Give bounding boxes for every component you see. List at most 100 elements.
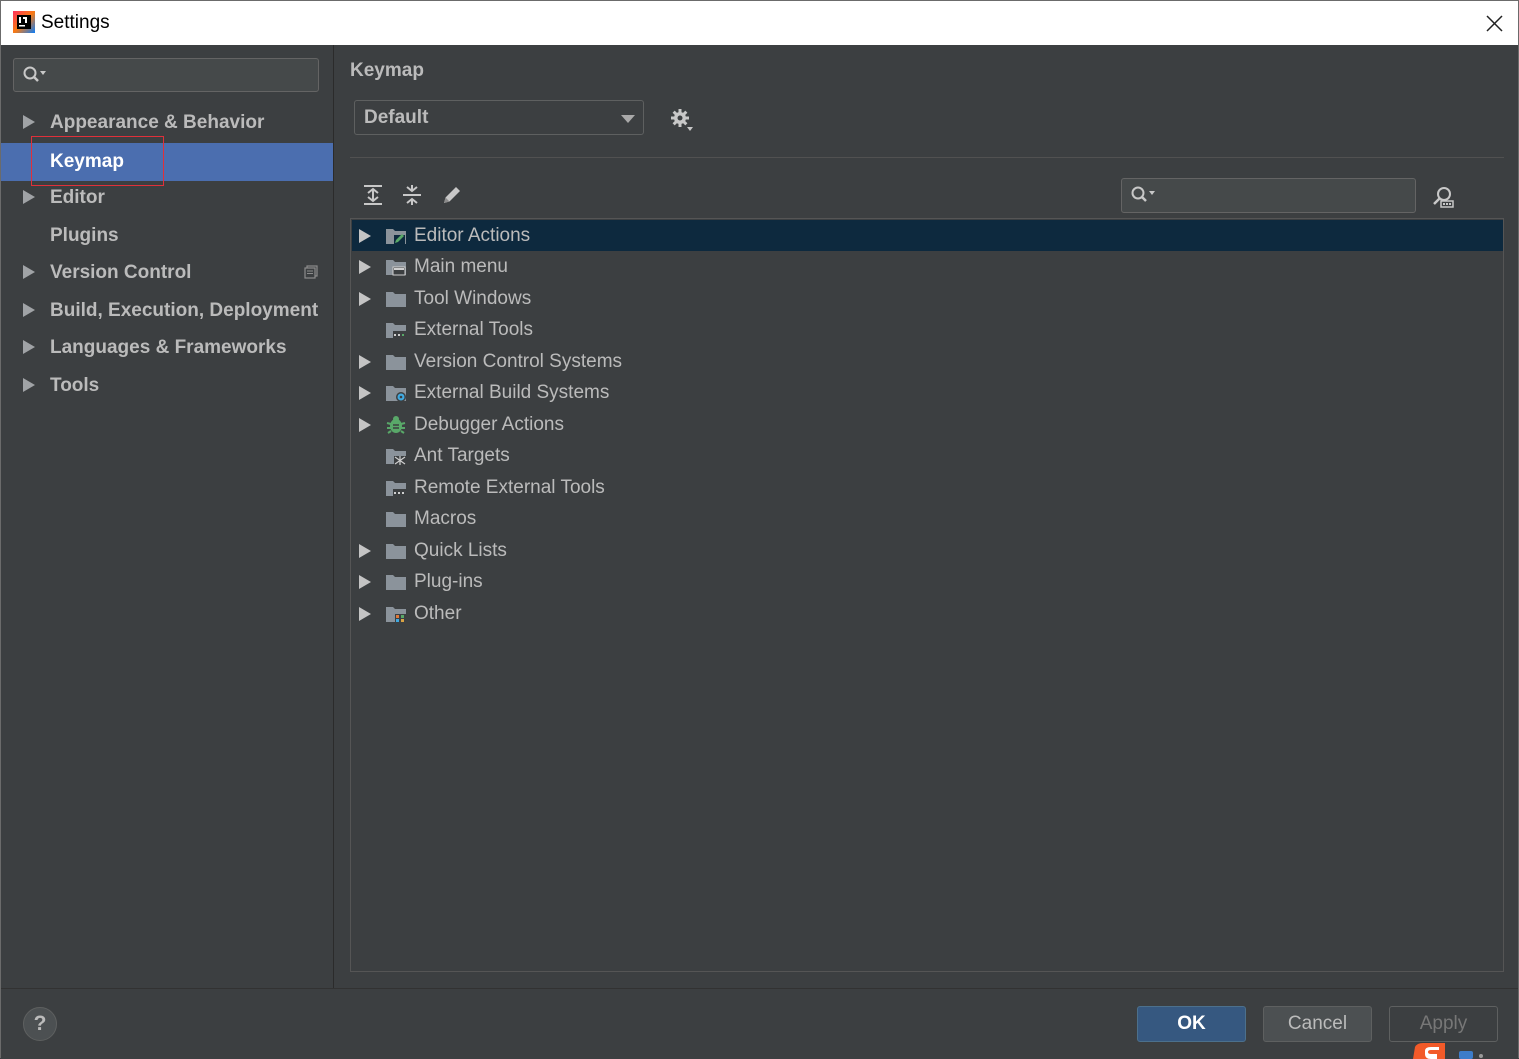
tree-item-main-menu[interactable]: Main menu <box>352 251 1503 282</box>
settings-window: Settings Appearance & Behavior Keymap Ed… <box>0 0 1519 1059</box>
tree-item-label: External Build Systems <box>414 382 610 403</box>
tree-item-label: Macros <box>414 508 477 529</box>
find-by-shortcut-icon[interactable] <box>1430 184 1456 210</box>
expand-arrow-icon <box>359 418 371 432</box>
window-title: Settings <box>41 12 110 33</box>
tree-item-label: Quick Lists <box>414 540 507 561</box>
close-icon[interactable] <box>1477 7 1511 39</box>
expand-arrow-icon <box>359 607 371 621</box>
folder-icon <box>386 512 406 527</box>
tree-item-other[interactable]: Other <box>352 598 1503 629</box>
expand-arrow-icon <box>359 229 371 243</box>
tree-item-label: Ant Targets <box>414 445 510 466</box>
sidebar-search-field[interactable] <box>13 58 319 92</box>
ant-targets-folder-icon <box>386 449 406 465</box>
tree-item-label: Main menu <box>414 256 508 277</box>
tree-item-plug-ins[interactable]: Plug-ins <box>352 566 1503 597</box>
tree-item-label: Editor Actions <box>414 225 531 246</box>
watermark-logo-icon <box>1413 1043 1445 1059</box>
tree-item-external-tools[interactable]: External Tools <box>352 314 1503 345</box>
panel-separator <box>350 157 1504 158</box>
edit-icon[interactable] <box>439 182 465 208</box>
search-icon <box>23 66 46 82</box>
expand-arrow-icon <box>359 260 371 274</box>
search-icon <box>1131 186 1155 202</box>
external-tools-folder-icon <box>386 323 406 338</box>
tree-item-label: External Tools <box>414 319 533 340</box>
tree-item-remote-external-tools[interactable]: Remote External Tools <box>352 472 1503 503</box>
external-tools-folder-icon <box>386 481 406 496</box>
tray-icon <box>1459 1051 1483 1059</box>
expand-arrow-icon <box>23 303 35 317</box>
project-settings-icon <box>304 265 318 279</box>
tree-item-version-control-systems[interactable]: Version Control Systems <box>352 346 1503 377</box>
sidebar-item-label: Keymap <box>50 151 124 172</box>
expand-arrow-icon <box>23 265 35 279</box>
tree-item-ant-targets[interactable]: Ant Targets <box>352 440 1503 471</box>
expand-arrow-icon <box>23 190 35 204</box>
sidebar-item-label: Editor <box>50 187 105 208</box>
menu-folder-icon <box>386 260 406 276</box>
expand-arrow-icon <box>23 378 35 392</box>
tree-item-label: Tool Windows <box>414 288 532 309</box>
sidebar-item-build-execution-deployment[interactable]: Build, Execution, Deployment <box>1 292 333 330</box>
keymap-scheme-value: Default <box>364 107 429 128</box>
debugger-bug-icon <box>386 416 406 434</box>
keymap-actions-tree: Editor Actions Main menu Tool Windows Ex… <box>350 218 1504 972</box>
sidebar-item-label: Plugins <box>50 225 119 246</box>
tree-item-tool-windows[interactable]: Tool Windows <box>352 283 1503 314</box>
ok-button[interactable]: OK <box>1137 1006 1246 1042</box>
keymap-scheme-select[interactable]: Default <box>354 100 644 135</box>
expand-arrow-icon <box>359 575 371 589</box>
tree-item-quick-lists[interactable]: Quick Lists <box>352 535 1503 566</box>
sidebar-item-languages-frameworks[interactable]: Languages & Frameworks <box>1 329 333 367</box>
tree-item-label: Version Control Systems <box>414 351 623 372</box>
collapse-all-icon[interactable] <box>399 182 425 208</box>
folder-icon <box>386 575 406 590</box>
sidebar-search-input[interactable] <box>48 63 314 89</box>
keymap-search-field[interactable] <box>1121 178 1416 213</box>
help-button[interactable]: ? <box>23 1007 57 1041</box>
settings-sidebar: Appearance & Behavior Keymap Editor Plug… <box>1 45 334 988</box>
chevron-down-icon <box>621 115 635 123</box>
tree-item-macros[interactable]: Macros <box>352 503 1503 534</box>
tree-item-label: Remote External Tools <box>414 477 605 498</box>
expand-arrow-icon <box>359 544 371 558</box>
sidebar-item-editor[interactable]: Editor <box>1 179 333 217</box>
expand-arrow-icon <box>23 115 35 129</box>
sidebar-item-keymap[interactable]: Keymap <box>1 143 333 181</box>
keymap-search-input[interactable] <box>1160 184 1412 210</box>
tree-item-debugger-actions[interactable]: Debugger Actions <box>352 409 1503 440</box>
sidebar-item-label: Languages & Frameworks <box>50 337 287 358</box>
sidebar-item-tools[interactable]: Tools <box>1 367 333 405</box>
expand-arrow-icon <box>23 340 35 354</box>
intellij-idea-icon <box>13 11 35 33</box>
sidebar-item-version-control[interactable]: Version Control <box>1 254 333 292</box>
tree-item-editor-actions[interactable]: Editor Actions <box>352 220 1503 251</box>
gear-icon[interactable] <box>667 106 695 134</box>
expand-arrow-icon <box>359 292 371 306</box>
sidebar-item-label: Version Control <box>50 262 192 283</box>
build-systems-folder-icon <box>386 386 406 402</box>
editor-actions-folder-icon <box>386 229 406 244</box>
tree-item-external-build-systems[interactable]: External Build Systems <box>352 377 1503 408</box>
sidebar-item-appearance-behavior[interactable]: Appearance & Behavior <box>1 104 333 142</box>
folder-icon <box>386 292 406 307</box>
title-bar: Settings <box>1 1 1518 45</box>
tree-item-label: Plug-ins <box>414 571 483 592</box>
sidebar-item-label: Tools <box>50 375 100 396</box>
sidebar-item-plugins[interactable]: Plugins <box>1 217 333 255</box>
expand-all-icon[interactable] <box>360 182 386 208</box>
expand-arrow-icon <box>359 386 371 400</box>
tree-item-label: Other <box>414 603 462 624</box>
folder-icon <box>386 355 406 370</box>
folder-icon <box>386 544 406 559</box>
cancel-button[interactable]: Cancel <box>1263 1006 1372 1042</box>
sidebar-item-label: Build, Execution, Deployment <box>50 300 319 321</box>
other-folder-icon <box>386 607 406 623</box>
apply-button[interactable]: Apply <box>1389 1006 1498 1042</box>
panel-title: Keymap <box>350 60 424 81</box>
expand-arrow-icon <box>359 355 371 369</box>
tree-item-label: Debugger Actions <box>414 414 564 435</box>
sidebar-item-label: Appearance & Behavior <box>50 112 265 133</box>
